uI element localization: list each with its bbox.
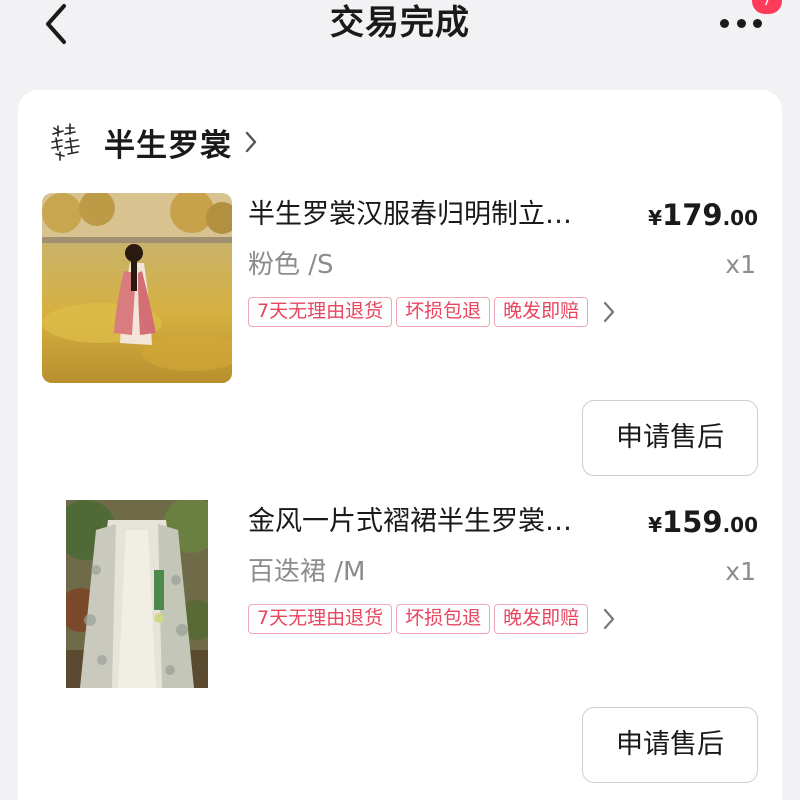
tag-damage: 坏损包退: [396, 297, 491, 327]
service-tags[interactable]: 7天无理由退货 坏损包退 晚发即赔: [248, 297, 616, 327]
order-item: 金风一片式褶裙半生罗裳… ¥159.00 百迭裙 /M x1 7天无理由退货 坏…: [18, 500, 782, 800]
product-image[interactable]: [66, 500, 208, 688]
product-price: ¥179.00: [648, 197, 758, 238]
shop-name: 半生罗裳: [104, 127, 232, 164]
tag-late: 晚发即赔: [494, 297, 589, 327]
more-dot: [736, 18, 746, 28]
order-card: 半生罗裳 半生罗裳汉服春归明制立… ¥179.00 粉色 /S x1 7天无理由…: [18, 90, 782, 800]
chevron-right-icon: [602, 300, 616, 324]
product-image[interactable]: [42, 193, 232, 383]
product-price: ¥159.00: [648, 504, 758, 545]
nav-bar: 交易完成 7: [0, 0, 800, 62]
tag-damage: 坏损包退: [396, 604, 491, 634]
tag-return: 7天无理由退货: [248, 604, 393, 634]
product-spec: 百迭裙 /M: [248, 557, 366, 587]
price-currency: ¥: [648, 206, 663, 230]
price-currency: ¥: [648, 513, 663, 537]
price-integer: 179: [662, 198, 723, 232]
more-dot: [753, 18, 762, 28]
after-sale-button[interactable]: 申请售后: [582, 707, 758, 783]
price-decimal: .00: [722, 206, 758, 230]
page-title: 交易完成: [330, 3, 470, 43]
product-title[interactable]: 半生罗裳汉服春归明制立…: [248, 197, 618, 233]
service-tags[interactable]: 7天无理由退货 坏损包退 晚发即赔: [248, 604, 616, 634]
chevron-right-icon: [244, 130, 258, 154]
tag-return: 7天无理由退货: [248, 297, 393, 327]
product-spec: 粉色 /S: [248, 250, 334, 280]
product-quantity: x1: [725, 557, 756, 586]
product-title[interactable]: 金风一片式褶裙半生罗裳…: [248, 504, 618, 540]
after-sale-button[interactable]: 申请售后: [582, 400, 758, 476]
price-decimal: .00: [722, 513, 758, 537]
product-quantity: x1: [725, 250, 756, 279]
shop-header[interactable]: 半生罗裳: [48, 114, 258, 170]
tag-late: 晚发即赔: [494, 604, 589, 634]
price-integer: 159: [662, 505, 723, 539]
chevron-right-icon: [602, 607, 616, 631]
more-dots-icon: [720, 18, 729, 28]
order-item: 半生罗裳汉服春归明制立… ¥179.00 粉色 /S x1 7天无理由退货 坏损…: [18, 193, 782, 493]
shop-logo-icon: [51, 123, 80, 161]
